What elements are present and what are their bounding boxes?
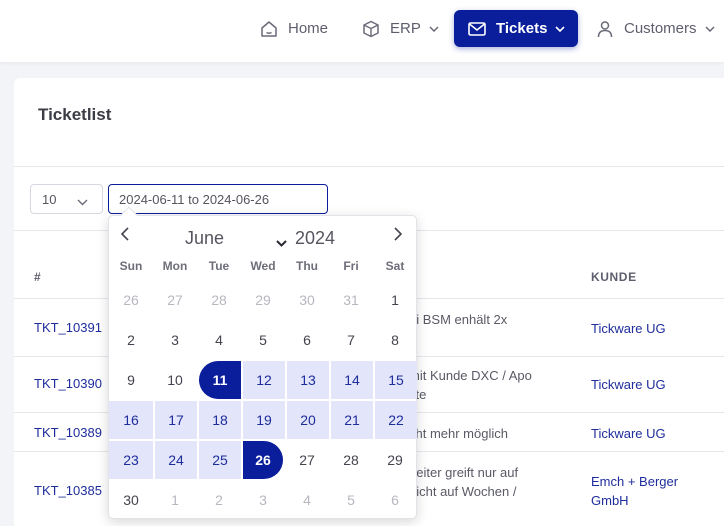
customer-link[interactable]: Tickware UG (591, 319, 701, 338)
calendar-day[interactable]: 31 (329, 281, 373, 319)
calendar-day[interactable]: 6 (285, 321, 329, 359)
ticket-description: beiter greift nur auf nicht auf Wochen / (409, 465, 519, 499)
per-page-select[interactable]: 10 (30, 184, 103, 214)
calendar-day-range-start[interactable]: 11 (199, 361, 241, 399)
weekday-label: Fri (343, 259, 359, 273)
nav-tickets[interactable]: Tickets (454, 10, 578, 47)
chevron-right-icon[interactable] (392, 226, 404, 247)
calendar-day[interactable]: 29 (373, 441, 417, 479)
column-header-id[interactable]: # (34, 270, 41, 284)
weekday-label: Sun (119, 259, 143, 273)
calendar-day-in-range[interactable]: 24 (154, 441, 197, 479)
calendar-day[interactable]: 3 (241, 481, 285, 519)
date-range-input[interactable]: 2024-06-11 to 2024-06-26 (108, 184, 328, 214)
weekday-label: Tue (208, 259, 230, 273)
ticket-description: ei BSM enhält 2x (409, 312, 508, 327)
top-navbar: Home ERP Tickets Customers (0, 0, 724, 62)
calendar-day[interactable]: 1 (153, 481, 197, 519)
year-input[interactable]: 2024 (295, 228, 335, 249)
calendar-day[interactable]: 8 (373, 321, 417, 359)
nav-home-label: Home (288, 20, 329, 37)
ticket-id-link[interactable]: TKT_10385 (34, 483, 102, 498)
calendar-day[interactable]: 27 (285, 441, 329, 479)
calendar-day[interactable]: 10 (153, 361, 197, 399)
chevron-down-icon (705, 25, 715, 32)
calendar-day-in-range[interactable]: 12 (242, 361, 285, 399)
calendar-day-in-range[interactable]: 20 (286, 401, 329, 439)
customer-link[interactable]: Tickware UG (591, 424, 701, 443)
calendar-day[interactable]: 3 (153, 321, 197, 359)
date-range-value: 2024-06-11 to 2024-06-26 (119, 191, 270, 207)
calendar-day-in-range[interactable]: 15 (374, 361, 417, 399)
calendar-day-range-end[interactable]: 26 (243, 441, 283, 479)
calendar-day-in-range[interactable]: 14 (330, 361, 373, 399)
calendar-day-in-range[interactable]: 21 (330, 401, 373, 439)
month-select[interactable]: June (185, 228, 224, 249)
calendar-day[interactable]: 4 (197, 321, 241, 359)
mail-icon (468, 21, 486, 36)
weekday-label: Wed (250, 259, 276, 273)
calendar-day-in-range[interactable]: 19 (242, 401, 285, 439)
weekday-label: Mon (162, 259, 188, 273)
nav-tickets-label: Tickets (496, 20, 548, 37)
calendar-day[interactable]: 7 (329, 321, 373, 359)
calendar-day[interactable]: 9 (109, 361, 153, 399)
chevron-down-icon (429, 25, 439, 32)
calendar-day-in-range[interactable]: 13 (286, 361, 329, 399)
calendar-day[interactable]: 4 (285, 481, 329, 519)
calendar-day[interactable]: 2 (197, 481, 241, 519)
calendar-day[interactable]: 27 (153, 281, 197, 319)
weekday-label: Sat (385, 259, 405, 273)
nav-customers-label: Customers (624, 20, 697, 37)
weekday-label: Thu (296, 259, 318, 273)
calendar-day[interactable]: 1 (373, 281, 417, 319)
customer-link[interactable]: Tickware UG (591, 375, 701, 394)
nav-erp-label: ERP (390, 20, 421, 37)
page-title: Ticketlist (38, 105, 112, 124)
ticket-description: mit Kunde DXC / Apo kte (409, 368, 532, 402)
calendar-day[interactable]: 28 (197, 281, 241, 319)
calendar-day[interactable]: 26 (109, 281, 153, 319)
ticket-id-link[interactable]: TKT_10391 (34, 320, 102, 335)
chevron-down-icon[interactable] (276, 234, 287, 252)
ticket-description: cht mehr möglich (409, 426, 508, 441)
user-icon (596, 20, 614, 38)
calendar-day-in-range[interactable]: 23 (109, 441, 153, 479)
customer-link[interactable]: Emch + Berger GmbH (591, 472, 701, 510)
calendar-day[interactable]: 2 (109, 321, 153, 359)
home-icon (260, 20, 278, 38)
calendar-day-in-range[interactable]: 22 (374, 401, 417, 439)
ticket-id-link[interactable]: TKT_10390 (34, 376, 102, 391)
column-header-kunde[interactable]: KUNDE (591, 270, 637, 284)
ticket-id-link[interactable]: TKT_10389 (34, 425, 102, 440)
chevron-down-icon (77, 194, 88, 209)
calendar-day-in-range[interactable]: 25 (198, 441, 241, 479)
date-picker: June 2024 Sun Mon Tue Wed Thu Fri Sat 26… (108, 206, 417, 519)
nav-home[interactable]: Home (260, 10, 328, 47)
calendar-day[interactable]: 5 (329, 481, 373, 519)
box-icon (362, 20, 380, 38)
chevron-down-icon (555, 25, 566, 32)
calendar-day[interactable]: 29 (241, 281, 285, 319)
nav-customers[interactable]: Customers (596, 10, 715, 47)
calendar-day[interactable]: 5 (241, 321, 285, 359)
calendar-day[interactable]: 30 (285, 281, 329, 319)
calendar-day-in-range[interactable]: 16 (109, 401, 153, 439)
chevron-left-icon[interactable] (119, 226, 131, 247)
divider (14, 166, 724, 167)
calendar-day-in-range[interactable]: 17 (154, 401, 197, 439)
calendar-day[interactable]: 6 (373, 481, 417, 519)
per-page-value: 10 (42, 191, 57, 207)
calendar-day-in-range[interactable]: 18 (198, 401, 241, 439)
nav-erp[interactable]: ERP (362, 10, 439, 47)
calendar-day[interactable]: 30 (109, 481, 153, 519)
calendar-day[interactable]: 28 (329, 441, 373, 479)
